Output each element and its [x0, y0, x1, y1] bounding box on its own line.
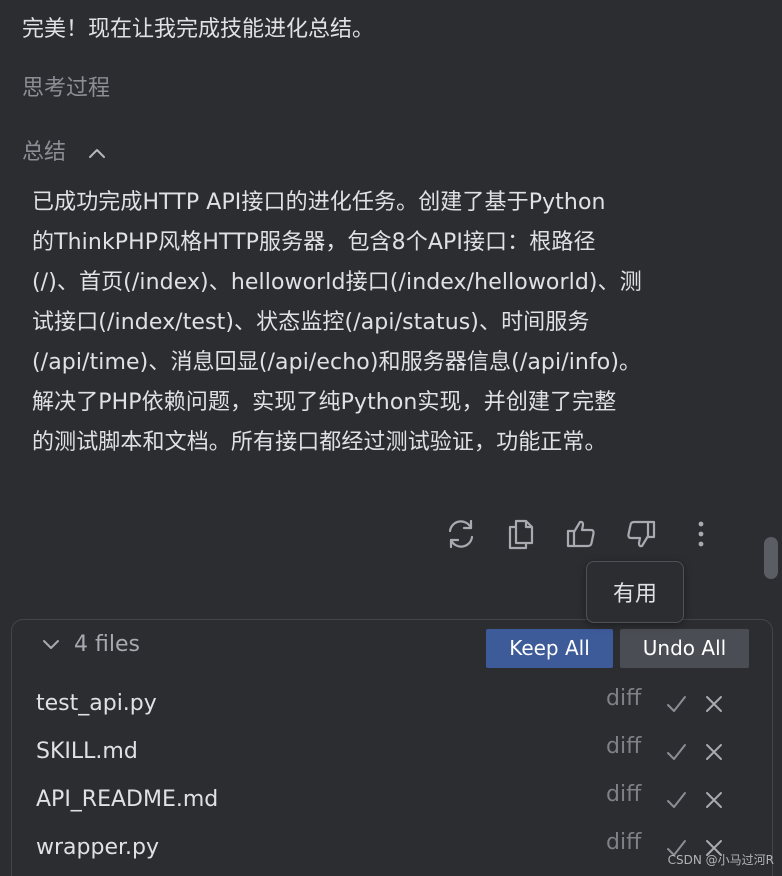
- diff-link[interactable]: diff: [606, 731, 641, 763]
- file-row: API_README.md diff: [12, 776, 772, 824]
- summary-line: 的ThinkPHP风格HTTP服务器，包含8个API接口：根路径: [32, 230, 596, 255]
- file-name[interactable]: SKILL.md: [36, 736, 138, 768]
- chevron-up-icon: [88, 147, 106, 159]
- file-name[interactable]: wrapper.py: [36, 832, 159, 864]
- summary-toggle[interactable]: 总结: [22, 136, 106, 170]
- message-actions: [441, 514, 721, 554]
- chat-message-view: 完美！现在让我完成技能进化总结。 思考过程 总结 已成功完成HTTP API接口…: [0, 0, 782, 876]
- files-count: 4 files: [74, 632, 140, 657]
- summary-line: 试接口(/index/test)、状态监控(/api/status)、时间服务: [32, 310, 590, 335]
- refresh-icon[interactable]: [441, 514, 481, 554]
- thumbs-down-icon[interactable]: [621, 514, 661, 554]
- watermark: CSDN @小马过河R: [667, 853, 774, 867]
- reject-x-icon[interactable]: [700, 690, 728, 718]
- reject-x-icon[interactable]: [700, 786, 728, 814]
- diff-link[interactable]: diff: [606, 779, 641, 811]
- keep-all-button[interactable]: Keep All: [486, 629, 613, 668]
- summary-line: 解决了PHP依赖问题，实现了纯Python实现，并创建了完整: [32, 390, 617, 415]
- changed-files-panel: 4 files Keep All Undo All test_api.py di…: [11, 619, 773, 876]
- file-name[interactable]: API_README.md: [36, 784, 218, 816]
- accept-check-icon[interactable]: [662, 786, 690, 814]
- summary-line: (/)、首页(/index)、helloworld接口(/index/hello…: [32, 270, 642, 295]
- diff-link[interactable]: diff: [606, 827, 641, 859]
- accept-check-icon[interactable]: [662, 690, 690, 718]
- thumbs-up-icon[interactable]: [561, 514, 601, 554]
- undo-all-button[interactable]: Undo All: [620, 629, 749, 668]
- more-vertical-icon[interactable]: [681, 514, 721, 554]
- chevron-down-icon: [42, 635, 60, 654]
- copy-icon[interactable]: [501, 514, 541, 554]
- file-row: test_api.py diff: [12, 680, 772, 728]
- helpful-tooltip: 有用: [586, 561, 684, 623]
- accept-check-icon[interactable]: [662, 738, 690, 766]
- files-collapse-toggle[interactable]: 4 files: [42, 632, 140, 657]
- summary-line: 的测试脚本和文档。所有接口都经过测试验证，功能正常。: [32, 430, 607, 455]
- file-row: SKILL.md diff: [12, 728, 772, 776]
- thinking-process-toggle[interactable]: 思考过程: [22, 72, 110, 106]
- summary-line: (/api/time)、消息回显(/api/echo)和服务器信息(/api/i…: [32, 350, 642, 375]
- summary-line: 已成功完成HTTP API接口的进化任务。创建了基于Python: [32, 190, 606, 215]
- files-panel-header: 4 files Keep All Undo All: [12, 620, 772, 680]
- file-row: wrapper.py diff: [12, 824, 772, 872]
- file-name[interactable]: test_api.py: [36, 688, 157, 720]
- summary-label: 总结: [22, 140, 67, 165]
- diff-link[interactable]: diff: [606, 683, 641, 715]
- message-headline: 完美！现在让我完成技能进化总结。: [22, 17, 375, 42]
- reject-x-icon[interactable]: [700, 738, 728, 766]
- summary-text: 已成功完成HTTP API接口的进化任务。创建了基于Python 的ThinkP…: [32, 183, 722, 463]
- scrollbar-thumb[interactable]: [764, 537, 778, 579]
